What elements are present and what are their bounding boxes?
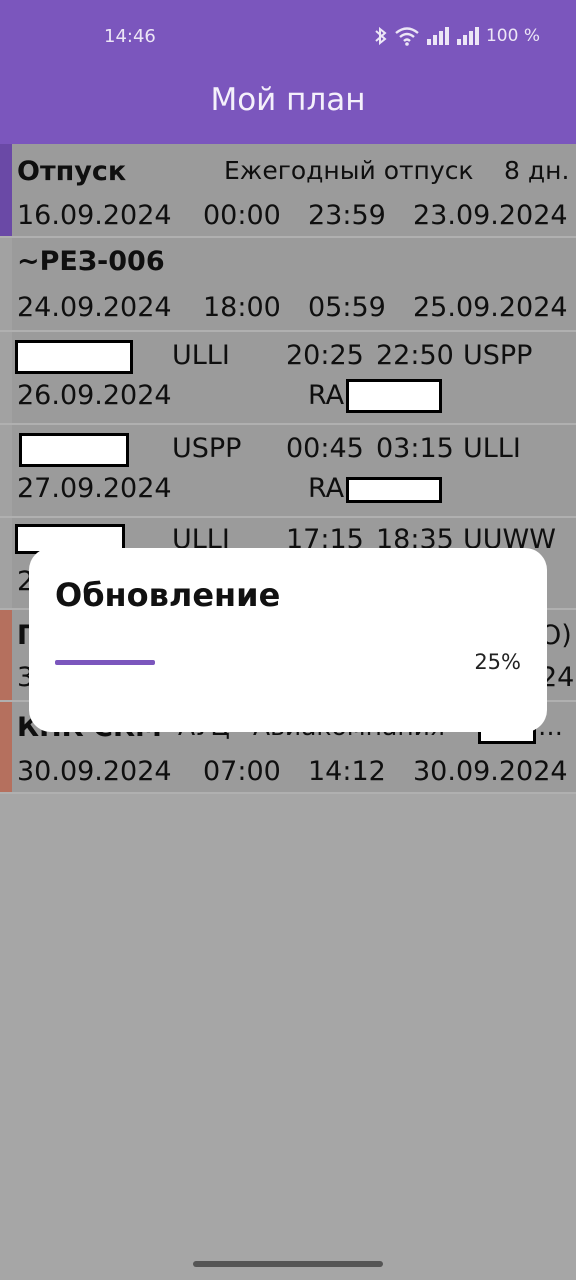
update-progress-dialog: Обновление 25% [29,548,547,732]
gesture-nav-handle[interactable] [193,1261,383,1267]
dialog-title: Обновление [55,576,281,614]
progress-percent: 25% [474,650,521,674]
progress-bar [55,660,155,665]
